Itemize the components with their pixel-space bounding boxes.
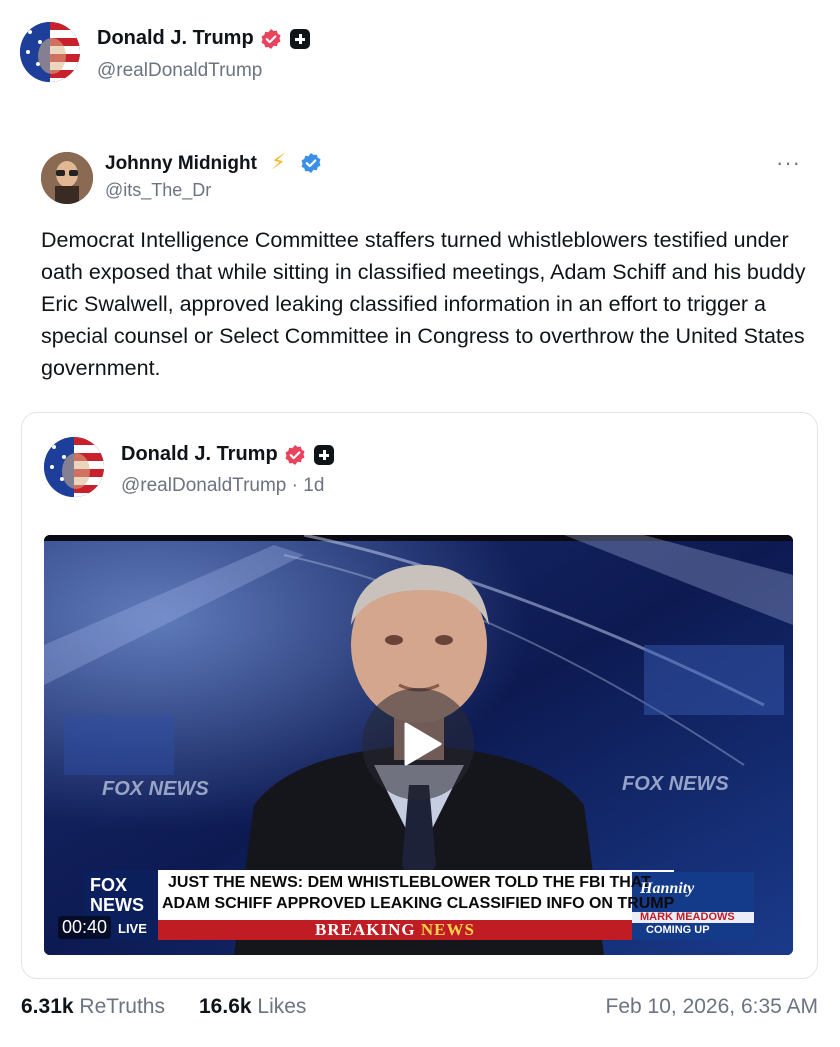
likes-count: 16.6k xyxy=(199,995,252,1018)
promo-line2: COMING UP xyxy=(646,924,710,936)
blue-check-icon xyxy=(301,153,321,173)
retruth-author-handle[interactable]: @its_The_Dr xyxy=(105,180,211,201)
banner-breaking: BREAKING xyxy=(315,920,416,939)
quoted-author-name[interactable]: Donald J. Trump xyxy=(121,443,278,466)
author-name[interactable]: Donald J. Trump xyxy=(97,27,254,50)
lightning-icon: ⚡ xyxy=(271,151,286,174)
retruth-author-name[interactable]: Johnny Midnight xyxy=(105,153,257,175)
banner-news: NEWS xyxy=(420,920,475,939)
post-body-text: Democrat Intelligence Committee staffers… xyxy=(41,228,806,380)
retruths-label: ReTruths xyxy=(79,995,165,1018)
retruths-stat[interactable]: 6.31k ReTruths xyxy=(21,995,165,1019)
headline-line1: JUST THE NEWS: DEM WHISTLEBLOWER TOLD TH… xyxy=(168,874,651,891)
fox-logo-line3: LIVE xyxy=(118,921,147,936)
quoted-author-handle[interactable]: @realDonaldTrump · 1d xyxy=(121,475,324,497)
play-icon xyxy=(404,722,442,766)
author-handle[interactable]: @realDonaldTrump xyxy=(97,60,262,82)
retruth-author-avatar[interactable] xyxy=(41,152,93,204)
likes-stat[interactable]: 16.6k Likes xyxy=(199,995,306,1019)
watermark-right: FOX NEWS xyxy=(622,773,729,795)
post-timestamp[interactable]: Feb 10, 2026, 6:35 AM xyxy=(606,995,818,1019)
fox-logo-line2: NEWS xyxy=(90,895,144,915)
plus-badge-icon xyxy=(290,29,310,49)
fox-logo-line1: FOX xyxy=(90,875,128,895)
author-avatar[interactable] xyxy=(20,22,80,82)
watermark-left: FOX NEWS xyxy=(102,778,209,800)
retruths-count: 6.31k xyxy=(21,995,74,1018)
verified-badge-icon xyxy=(285,445,305,465)
promo-line1: MARK MEADOWS xyxy=(640,911,735,923)
play-button[interactable] xyxy=(362,688,474,800)
quoted-author-avatar[interactable] xyxy=(44,437,104,497)
breaking-news-banner: BREAKING NEWS xyxy=(158,920,632,940)
promo-show-logo: Hannity xyxy=(640,880,695,897)
headline-line2: ADAM SCHIFF APPROVED LEAKING CLASSIFIED … xyxy=(162,895,675,912)
video-timecode: 00:40 xyxy=(58,916,112,939)
verified-badge-icon xyxy=(261,29,281,49)
plus-badge-icon xyxy=(314,445,334,465)
more-options-icon[interactable]: ··· xyxy=(776,150,801,176)
likes-label: Likes xyxy=(257,995,307,1018)
